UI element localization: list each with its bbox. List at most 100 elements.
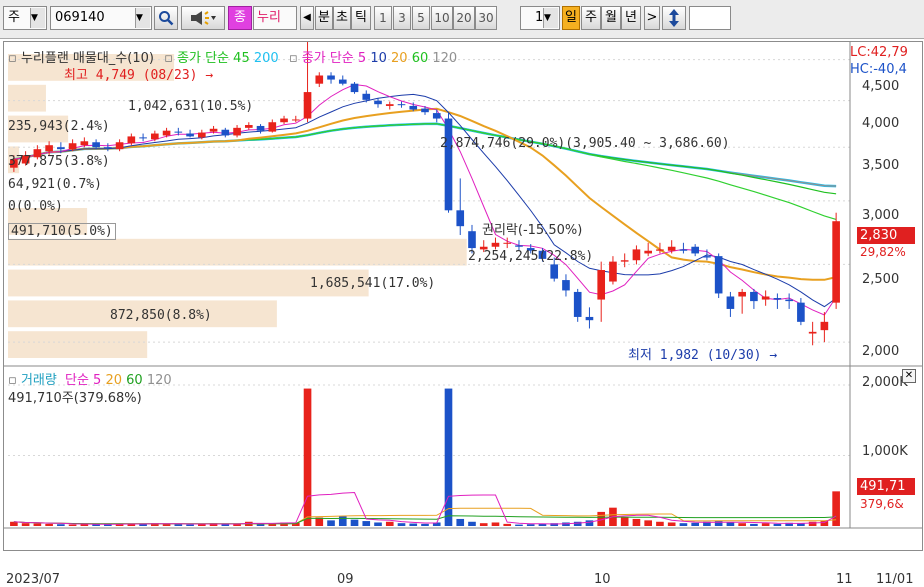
prev-arrow-button[interactable]: ◀ — [300, 6, 314, 30]
candle-body — [491, 242, 500, 247]
price-axis-label: 4,000 — [862, 116, 900, 131]
legend-ma-20: 20 — [391, 51, 408, 66]
price-axis-label: 2,500 — [862, 272, 900, 287]
volume-ma-60: 60 — [126, 373, 143, 388]
volume-bar — [21, 523, 30, 526]
right-arrow-icon: → — [205, 68, 214, 83]
price-axis-label: 3,500 — [862, 158, 900, 173]
volume-bar — [761, 523, 770, 526]
interval-1-button[interactable]: 1 — [374, 6, 392, 30]
market-select-value: 주 — [8, 10, 20, 25]
candle-body — [162, 130, 171, 136]
volume-bar — [632, 518, 641, 526]
chevron-down-icon[interactable]: ▼ — [543, 8, 558, 28]
candle-body — [362, 93, 371, 100]
volume-bar — [33, 523, 42, 526]
lc-label: LC:42,79 — [850, 45, 908, 60]
volume-bar — [350, 519, 359, 526]
interval-3-button[interactable]: 3 — [393, 6, 411, 30]
next-arrow-button[interactable]: > — [644, 6, 660, 30]
price-axis-label: 4,500 — [862, 79, 900, 94]
toolbar: 주 ▼ 069140 ▼ 종 누리 ◀ 분 초 틱 1 3 5 10 20 30… — [0, 0, 924, 39]
price-axis-label: 2,000 — [862, 344, 900, 359]
volume-bar — [303, 388, 312, 526]
up-down-button[interactable] — [662, 6, 686, 30]
legend-ma2-label: 종가 단순 — [301, 51, 354, 66]
volume-bar — [327, 520, 335, 526]
candle-body — [45, 145, 53, 152]
candle-body — [597, 270, 606, 300]
interval-30-button[interactable]: 30 — [475, 6, 497, 30]
price-axis-label: 3,000 — [862, 208, 900, 223]
period-month-tab[interactable]: 월 — [601, 6, 621, 30]
candle-body — [327, 75, 335, 80]
period-minute-button[interactable]: 분 — [315, 6, 333, 30]
candle-body — [738, 291, 746, 297]
legend-ma-200: 200 — [253, 51, 279, 66]
volume-ma-line — [13, 507, 837, 525]
count-select[interactable]: 1 ▼ — [520, 6, 560, 30]
interval-5-button[interactable]: 5 — [412, 6, 430, 30]
profile-label-1: 1,042,631(10.5%) — [128, 99, 254, 114]
candle-body — [656, 249, 664, 251]
volume-bar — [526, 524, 535, 526]
volume-bar — [738, 523, 746, 526]
search-button[interactable] — [154, 6, 178, 30]
blank-input[interactable] — [689, 6, 731, 30]
up-down-arrow-icon — [669, 9, 679, 27]
code-input[interactable]: 069140 ▼ — [50, 6, 152, 30]
code-input-value: 069140 — [55, 10, 105, 25]
candle-body — [350, 83, 359, 93]
volume-ma-20: 20 — [105, 373, 123, 388]
candle-body — [268, 122, 277, 132]
close-icon[interactable]: ✕ — [902, 369, 916, 383]
volume-bar — [174, 524, 183, 526]
interval-10-button[interactable]: 10 — [431, 6, 453, 30]
candle-body — [691, 246, 699, 254]
chevron-down-icon[interactable]: ▼ — [30, 8, 45, 28]
legend-bullet-icon: ▫ — [288, 51, 302, 66]
candle-body — [303, 92, 312, 119]
market-select[interactable]: 주 ▼ — [3, 6, 47, 30]
volume-legend-label: 거래량 — [20, 373, 57, 388]
stock-badge: 종 — [228, 6, 252, 30]
sound-button[interactable] — [181, 6, 225, 30]
ma60-line — [13, 123, 837, 195]
current-volume-box: 491,71 — [857, 478, 915, 495]
interval-20-button[interactable]: 20 — [453, 6, 475, 30]
candle-body — [127, 136, 136, 144]
volume-bar — [362, 521, 371, 526]
volume-ma-5: 5 — [93, 373, 102, 388]
price-volume-chart[interactable] — [4, 42, 922, 550]
profile-label-4: 64,921(0.7%) — [8, 177, 102, 192]
volume-bar — [45, 523, 53, 526]
date-axis-label: 11 — [836, 572, 853, 587]
high-annotation-text: 최고 4,749 (08/23) — [64, 68, 198, 83]
volume-bar — [667, 522, 676, 526]
chevron-down-icon[interactable]: ▼ — [135, 8, 150, 28]
volume-bar — [585, 520, 594, 526]
legend-ma-10: 10 — [370, 51, 387, 66]
period-week-tab[interactable]: 주 — [581, 6, 601, 30]
period-year-tab[interactable]: 년 — [621, 6, 641, 30]
ma200-line — [13, 122, 837, 188]
candle-body — [714, 256, 723, 294]
candle-body — [209, 128, 218, 132]
volume-bar — [726, 522, 735, 526]
legend-bullet-icon: ▫ — [8, 373, 21, 388]
period-day-tab[interactable]: 일 — [562, 6, 580, 30]
profile-label-5: 0(0.0%) — [8, 199, 63, 214]
rights-annotation: 권리락(-15.50%) — [482, 223, 583, 238]
candle-body — [92, 142, 100, 148]
volume-bar — [479, 523, 488, 526]
volume-bar — [57, 524, 65, 526]
candle-body — [562, 280, 570, 291]
stock-short-name: 누리 — [253, 6, 297, 30]
chart-panel[interactable]: ▫ 누리플랜 매물대_수(10) ▫ 종가 단순 45 200 ▫ 종가 단순 … — [3, 41, 923, 587]
period-second-button[interactable]: 초 — [333, 6, 351, 30]
right-arrow-icon: → — [769, 348, 778, 363]
period-tick-button[interactable]: 틱 — [351, 6, 371, 30]
candle-body — [139, 137, 147, 139]
volume-axis-label: 1,000K — [862, 444, 908, 459]
date-axis-label: 2023/07 — [6, 572, 61, 587]
